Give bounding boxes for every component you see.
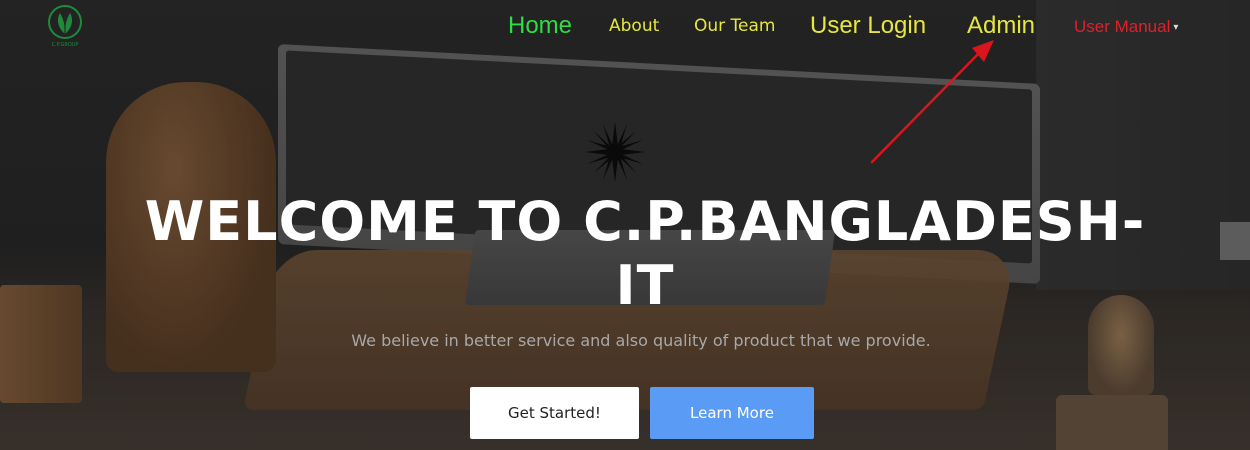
- hero-title: WELCOME TO C.P.BANGLADESH-IT: [144, 190, 1146, 317]
- learn-more-button[interactable]: Learn More: [650, 387, 814, 439]
- hero-subtitle: We believe in better service and also qu…: [351, 331, 931, 350]
- nav-home-link[interactable]: Home: [508, 8, 572, 44]
- nav-user-manual-label: User Manual: [1074, 17, 1171, 36]
- nav-user-manual-dropdown[interactable]: User Manual ▾: [1074, 8, 1178, 46]
- nav-about-link[interactable]: About: [609, 8, 659, 44]
- chevron-down-icon: ▾: [1173, 22, 1179, 33]
- nav-our-team-link[interactable]: Our Team: [694, 8, 775, 44]
- starburst-icon: [585, 122, 645, 182]
- main-navigation: Home About Our Team User Login Admin Use…: [0, 0, 1250, 52]
- annotation-arrow-icon: [870, 40, 994, 164]
- get-started-button[interactable]: Get Started!: [470, 387, 639, 439]
